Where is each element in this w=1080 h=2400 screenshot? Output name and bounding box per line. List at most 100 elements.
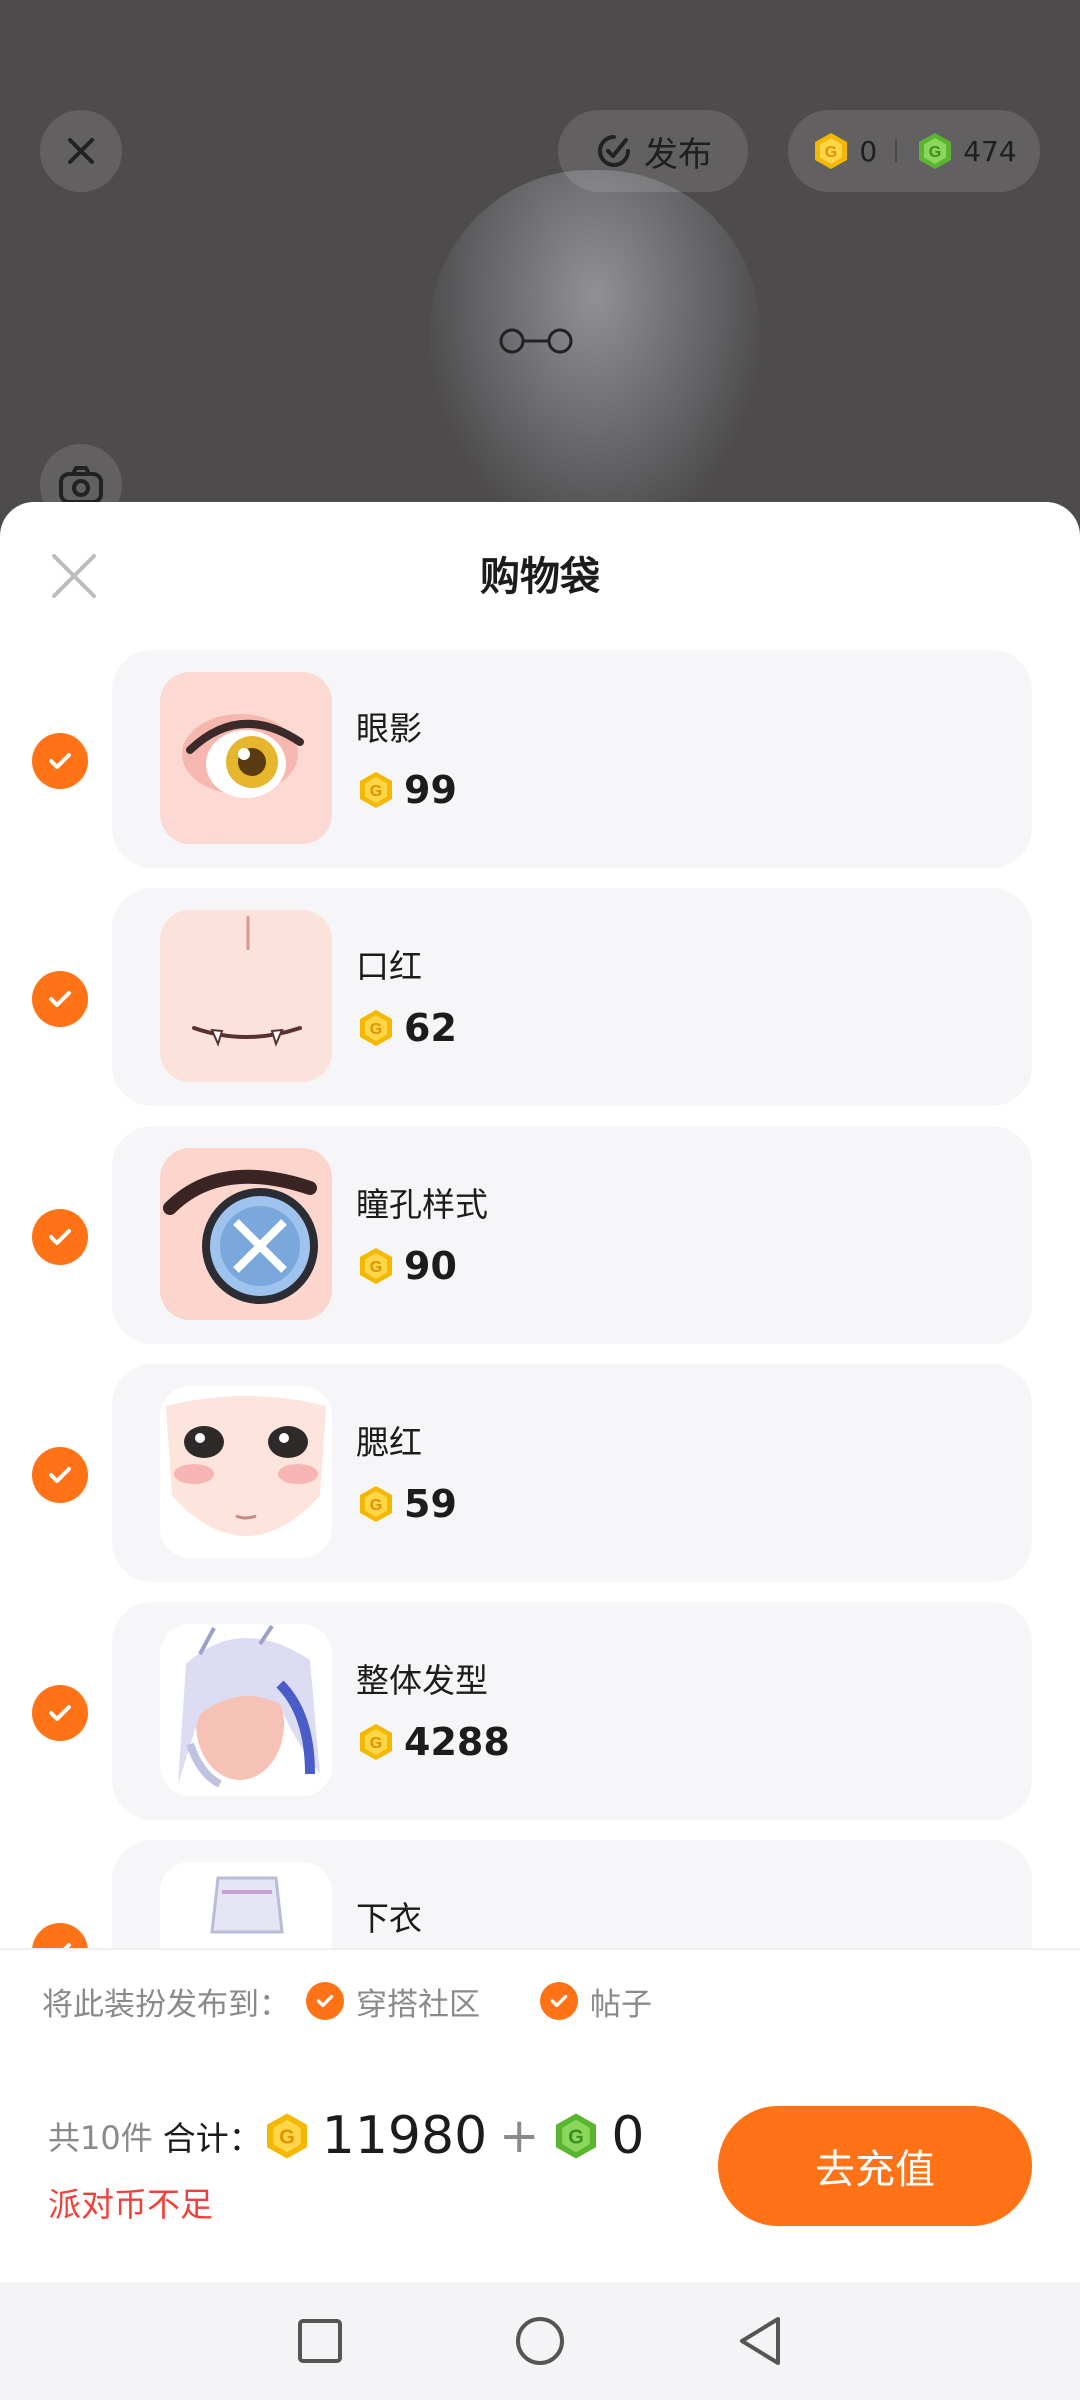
publish-option-community[interactable]: 穿搭社区: [306, 1979, 480, 2024]
item-name: 整体发型: [356, 1661, 488, 1700]
hairstyle-thumbnail: [160, 1624, 332, 1796]
gold-balance: 0: [859, 134, 878, 168]
option-label: 帖子: [590, 1986, 652, 2023]
item-select-checkbox[interactable]: [32, 971, 88, 1027]
svg-text:G: G: [370, 1497, 382, 1514]
item-select-checkbox[interactable]: [32, 1685, 88, 1741]
checkmark-icon: [49, 1229, 71, 1245]
camera-icon: [59, 466, 103, 504]
avatar-glasses: [499, 328, 573, 354]
green-coin-icon: G: [919, 133, 952, 169]
cart-item[interactable]: 整体发型 G 4288: [0, 1602, 1080, 1820]
checkmark-icon: [316, 1994, 334, 2008]
cart-item[interactable]: 腮红 G 59: [0, 1364, 1080, 1582]
option-checkbox[interactable]: [540, 1982, 578, 2020]
gold-coin-icon: G: [360, 772, 392, 808]
svg-text:G: G: [370, 1021, 382, 1038]
item-card[interactable]: 口红 G 62: [112, 888, 1032, 1106]
cart-item-list[interactable]: 眼影 G 99 口红 G 62 瞳孔样式 G 90 腮红 G 59 整体发型 G…: [0, 650, 1080, 1950]
item-price: G 90: [356, 1244, 457, 1288]
item-name: 眼影: [356, 709, 422, 748]
total-line: 共10件 合计： G 11980 + G 0: [48, 2106, 644, 2166]
blush-thumbnail: [160, 1386, 332, 1558]
cart-item[interactable]: 眼影 G 99: [0, 650, 1080, 868]
avatar-preview-backdrop: 发布 G 0 G 474: [0, 0, 1080, 530]
item-price: G 99: [356, 768, 457, 812]
plus-sign: +: [499, 2108, 540, 2164]
lipstick-thumbnail: [160, 910, 332, 1082]
item-name: 腮红: [356, 1423, 422, 1462]
pupil-style-thumbnail: [160, 1148, 332, 1320]
gold-coin-icon: G: [360, 1248, 392, 1284]
recharge-button[interactable]: 去充值: [718, 2106, 1032, 2226]
nav-circle-icon[interactable]: [514, 2315, 566, 2367]
green-balance: 474: [963, 134, 1017, 168]
shopping-bag-sheet: 购物袋 眼影 G 99 口红 G 62 瞳孔样式 G 90 腮红 G 59 整体…: [0, 502, 1080, 2282]
item-price-value: 99: [404, 768, 457, 812]
svg-text:G: G: [370, 783, 382, 800]
item-price-value: 59: [404, 1482, 457, 1526]
checkout-footer: 共10件 合计： G 11980 + G 0 派对币不足 去充值: [0, 2052, 1080, 2280]
item-select-checkbox[interactable]: [32, 1447, 88, 1503]
balance-pill[interactable]: G 0 G 474: [788, 110, 1040, 192]
svg-text:G: G: [370, 1259, 382, 1276]
svg-text:G: G: [279, 2127, 295, 2149]
svg-text:G: G: [370, 1735, 382, 1752]
checkmark-icon: [49, 1705, 71, 1721]
option-label: 穿搭社区: [356, 1986, 480, 2023]
insufficient-balance-warning: 派对币不足: [48, 2185, 213, 2224]
publish-to-label: 将此装扮发布到：: [42, 1986, 290, 2023]
cart-item[interactable]: 口红 G 62: [0, 888, 1080, 1106]
item-select-checkbox[interactable]: [32, 1209, 88, 1265]
checkmark-icon: [49, 991, 71, 1007]
item-select-checkbox[interactable]: [32, 733, 88, 789]
svg-text:G: G: [929, 144, 941, 161]
gold-total: 11980: [321, 2106, 488, 2166]
item-card[interactable]: 瞳孔样式 G 90: [112, 1126, 1032, 1344]
gold-coin-icon: G: [815, 133, 848, 169]
cart-item[interactable]: 下衣: [0, 1840, 1080, 1950]
checkmark-icon: [550, 1994, 568, 2008]
item-price-value: 90: [404, 1244, 457, 1288]
item-name: 下衣: [356, 1899, 422, 1938]
publish-button[interactable]: 发布: [558, 110, 748, 192]
option-checkbox[interactable]: [306, 1982, 344, 2020]
item-card[interactable]: 腮红 G 59: [112, 1364, 1032, 1582]
checkmark-icon: [49, 753, 71, 769]
item-card[interactable]: 整体发型 G 4288: [112, 1602, 1032, 1820]
gold-coin-icon: G: [360, 1010, 392, 1046]
close-preview-button[interactable]: [40, 110, 122, 192]
item-price: G 59: [356, 1482, 457, 1526]
publish-to-bar: 将此装扮发布到： 穿搭社区 帖子: [0, 1948, 1080, 2054]
item-count: 共10件: [48, 2119, 153, 2157]
avatar-preview: [430, 170, 760, 530]
gold-coin-icon: G: [360, 1486, 392, 1522]
item-card[interactable]: 眼影 G 99: [112, 650, 1032, 868]
item-card[interactable]: 下衣: [112, 1840, 1032, 1950]
green-coin-icon: G: [556, 2113, 597, 2159]
sheet-title: 购物袋: [480, 554, 600, 600]
cart-item[interactable]: 瞳孔样式 G 90: [0, 1126, 1080, 1344]
bottoms-thumbnail: [160, 1862, 332, 1950]
item-price-value: 62: [404, 1006, 457, 1050]
item-price: G 62: [356, 1006, 457, 1050]
svg-text:G: G: [825, 144, 837, 161]
item-select-checkbox[interactable]: [32, 1923, 88, 1950]
checkmark-icon: [49, 1467, 71, 1483]
item-name: 口红: [356, 947, 422, 986]
green-total: 0: [611, 2106, 645, 2166]
publish-label: 发布: [644, 134, 712, 175]
gold-coin-icon: G: [360, 1724, 392, 1760]
item-price: G 4288: [356, 1720, 510, 1764]
gold-coin-icon: G: [266, 2113, 307, 2159]
eyeshadow-thumbnail: [160, 672, 332, 844]
svg-text:G: G: [569, 2127, 585, 2149]
nav-square-icon[interactable]: [296, 2317, 344, 2365]
system-nav-bar: [0, 2282, 1080, 2400]
item-price-value: 4288: [404, 1720, 510, 1764]
nav-back-icon[interactable]: [736, 2315, 784, 2367]
sum-label: 合计：: [162, 2119, 262, 2158]
item-name: 瞳孔样式: [356, 1185, 488, 1224]
balance-divider: [895, 140, 898, 162]
publish-option-post[interactable]: 帖子: [540, 1979, 652, 2024]
